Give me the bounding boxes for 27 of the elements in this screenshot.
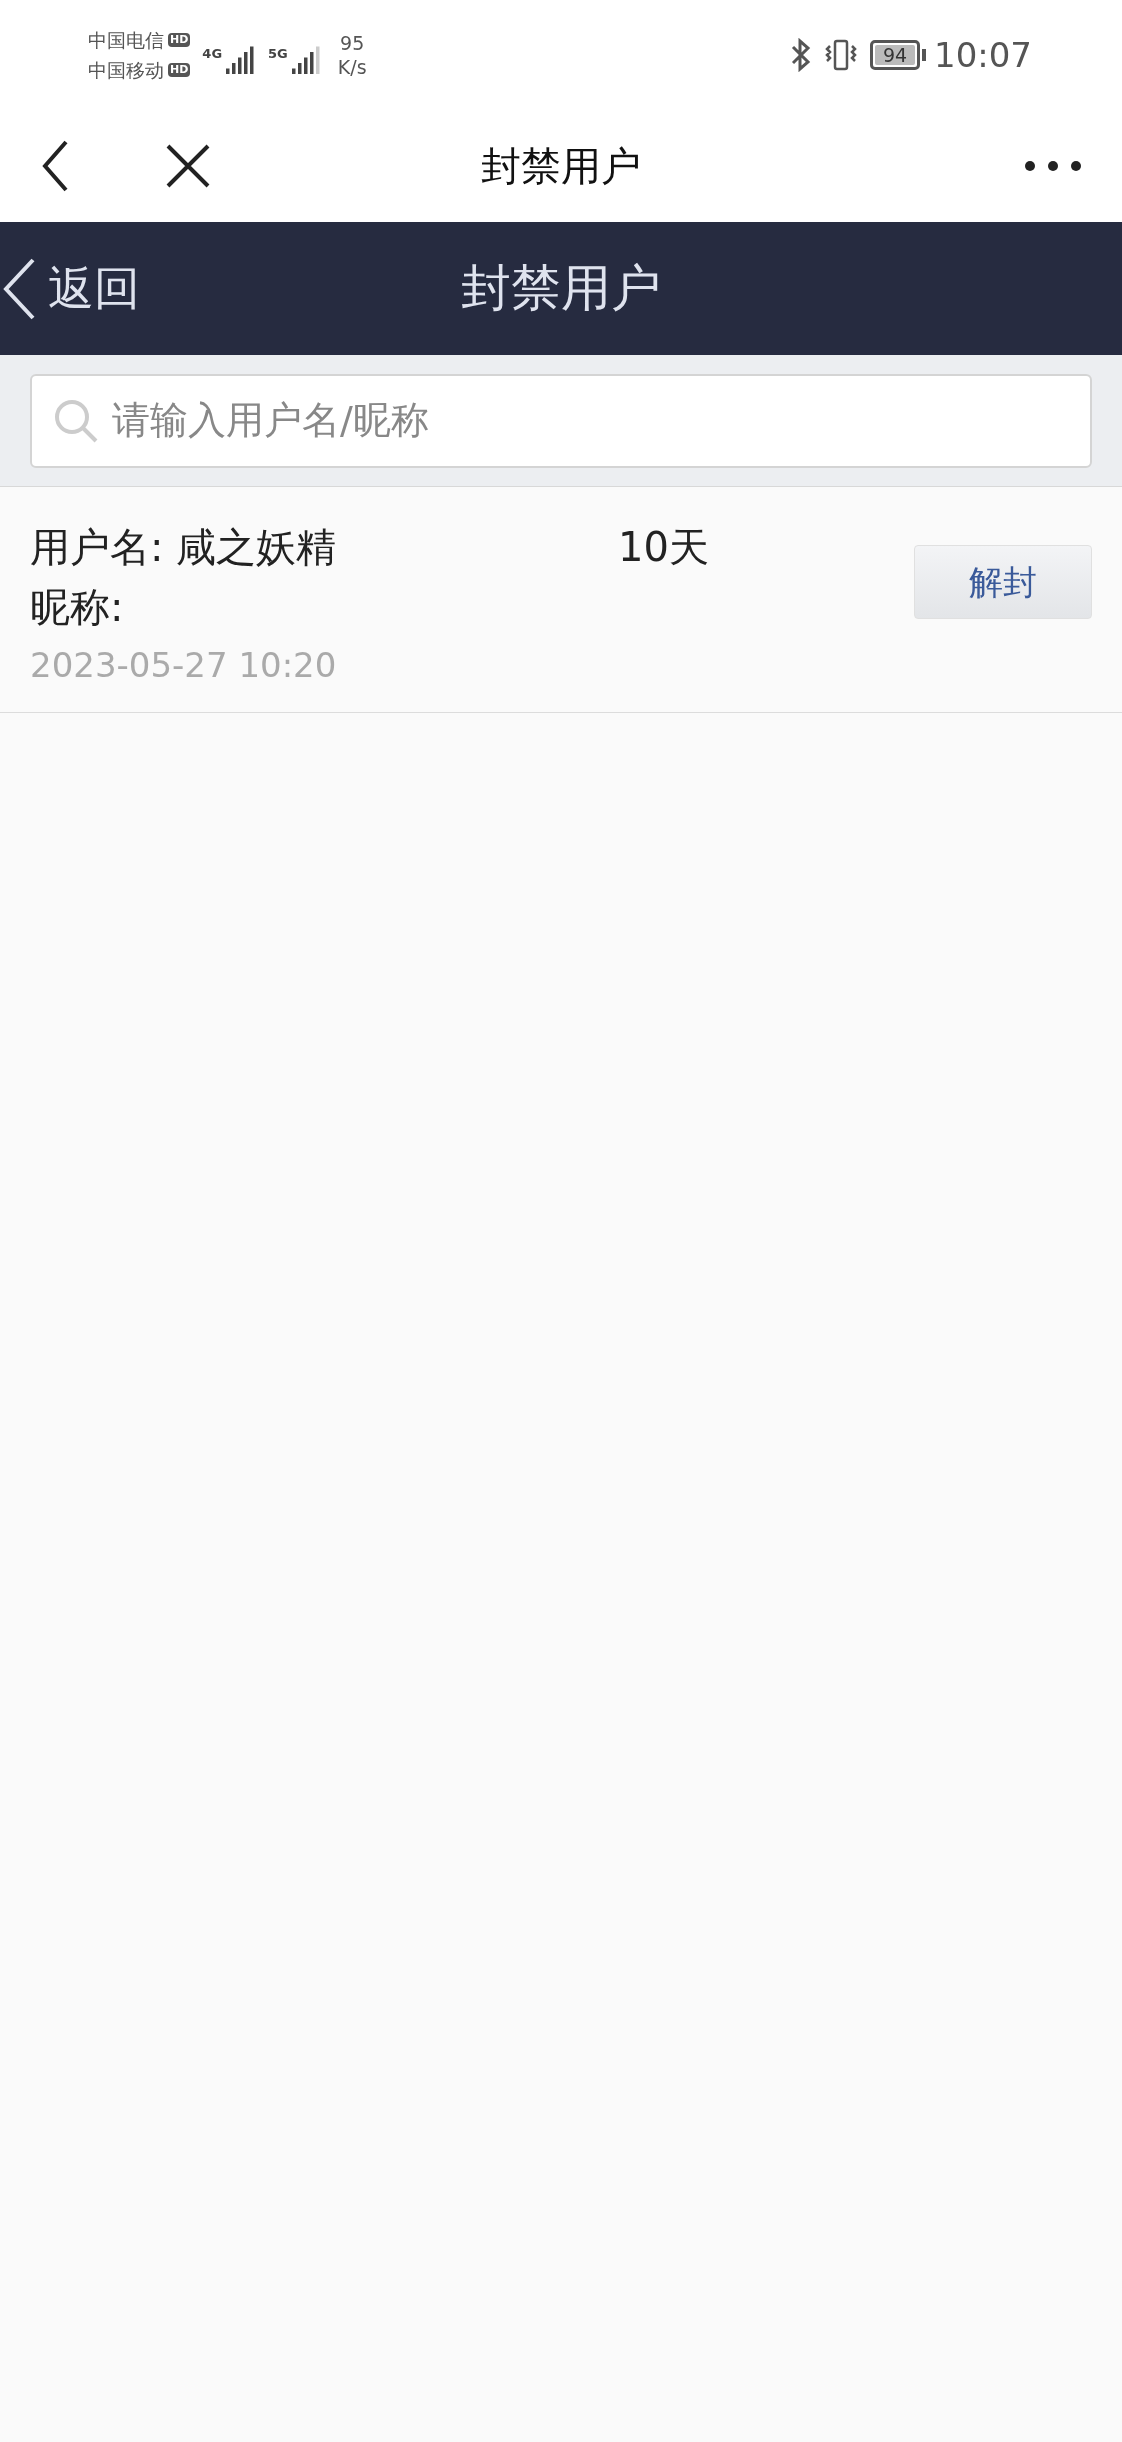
more-icon[interactable] bbox=[1024, 160, 1082, 172]
nickname: 昵称: bbox=[30, 583, 125, 632]
signal-icon bbox=[226, 46, 257, 76]
page-title: 封禁用户 bbox=[481, 142, 641, 191]
battery-level: 94 bbox=[882, 45, 908, 65]
carrier-name: 中国移动 bbox=[88, 58, 164, 83]
header-title: 封禁用户 bbox=[461, 258, 661, 319]
unban-button[interactable]: 解封 bbox=[914, 545, 1092, 619]
hd-badge: HD bbox=[168, 63, 191, 77]
back-button[interactable]: 返回 bbox=[0, 254, 140, 323]
bluetooth-icon bbox=[790, 38, 812, 72]
back-icon bbox=[2, 256, 36, 321]
network-type: 5G bbox=[268, 47, 288, 60]
hd-badge: HD bbox=[168, 33, 191, 47]
speed-value: 95 bbox=[340, 31, 365, 55]
speed-unit: K/s bbox=[337, 55, 367, 79]
clock: 10:07 bbox=[934, 33, 1032, 77]
username: 用户名: 咸之妖精 bbox=[30, 523, 338, 572]
signal-icon bbox=[291, 46, 322, 76]
ban-date: 2023-05-27 10:20 bbox=[30, 644, 338, 687]
ban-duration: 10天 bbox=[618, 523, 709, 572]
back-icon[interactable] bbox=[40, 140, 70, 192]
vibrate-icon bbox=[824, 38, 858, 72]
close-icon[interactable] bbox=[165, 143, 211, 189]
carrier-name: 中国电信 bbox=[88, 28, 164, 53]
network-type: 4G bbox=[202, 47, 223, 60]
search-field[interactable]: 请输入用户名/昵称 bbox=[30, 373, 1092, 468]
